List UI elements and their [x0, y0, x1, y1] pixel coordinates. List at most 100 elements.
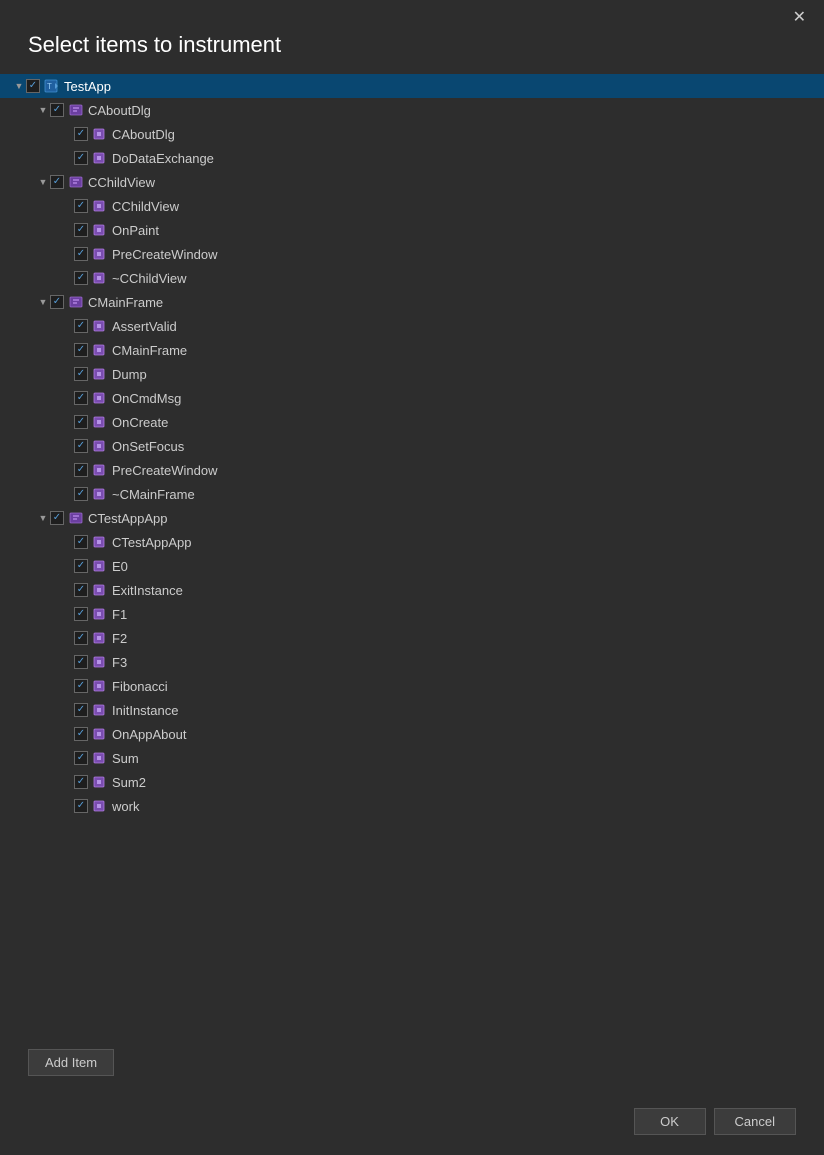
cb-av[interactable] [74, 319, 88, 333]
tree-class-caboutdlg[interactable]: CAboutDlg [0, 98, 824, 122]
cb-ii[interactable] [74, 703, 88, 717]
oncmdmsg-label: OnCmdMsg [112, 391, 181, 406]
cb-sum[interactable] [74, 751, 88, 765]
tree-method-f2[interactable]: F2 [0, 626, 824, 650]
tree-method-caboutdlg-constructor[interactable]: CAboutDlg [0, 122, 824, 146]
tree-method-onsetfocus[interactable]: OnSetFocus [0, 434, 824, 458]
cb-ctaa-c[interactable] [74, 535, 88, 549]
cb-ei[interactable] [74, 583, 88, 597]
cb-f1[interactable] [74, 607, 88, 621]
class-icon-caboutdlg [68, 102, 84, 118]
cb-dump[interactable] [74, 367, 88, 381]
cb-fib[interactable] [74, 679, 88, 693]
method-icon [92, 126, 108, 142]
initinstance-label: InitInstance [112, 703, 179, 718]
cb-ocm[interactable] [74, 391, 88, 405]
cb-sum2[interactable] [74, 775, 88, 789]
cb-osf[interactable] [74, 439, 88, 453]
cb-pcw-mf[interactable] [74, 463, 88, 477]
oncreate-label: OnCreate [112, 415, 168, 430]
ok-button[interactable]: OK [634, 1108, 706, 1135]
dialog: ✕ Select items to instrument T TestApp [0, 0, 824, 1155]
tree-method-work[interactable]: work [0, 794, 824, 818]
add-item-button[interactable]: Add Item [28, 1049, 114, 1076]
ea-cmainframe[interactable] [36, 295, 50, 309]
f3-label: F3 [112, 655, 127, 670]
tree-method-precreatewindow-cv[interactable]: PreCreateWindow [0, 242, 824, 266]
tree-method-destructor-cv[interactable]: ~CChildView [0, 266, 824, 290]
cmainframe-c-label: CMainFrame [112, 343, 187, 358]
onappabout-label: OnAppAbout [112, 727, 186, 742]
tree-method-onpaint[interactable]: OnPaint [0, 218, 824, 242]
tree-method-cmainframe-constructor[interactable]: CMainFrame [0, 338, 824, 362]
svg-text:T: T [47, 82, 52, 91]
tree-method-precreatewindow-mf[interactable]: PreCreateWindow [0, 458, 824, 482]
mi-e0 [92, 558, 108, 574]
tree-class-cmainframe[interactable]: CMainFrame [0, 290, 824, 314]
cb-f2[interactable] [74, 631, 88, 645]
tree-method-assertvalid[interactable]: AssertValid [0, 314, 824, 338]
mi-pcw-cv [92, 246, 108, 262]
f1-label: F1 [112, 607, 127, 622]
onsetfocus-label: OnSetFocus [112, 439, 184, 454]
tree-method-sum2[interactable]: Sum2 [0, 770, 824, 794]
cb-f3[interactable] [74, 655, 88, 669]
tree-method-fibonacci[interactable]: Fibonacci [0, 674, 824, 698]
checkbox-caboutdlg-method1[interactable] [74, 127, 88, 141]
checkbox-testapp[interactable] [26, 79, 40, 93]
cb-oaa[interactable] [74, 727, 88, 741]
expand-arrow-caboutdlg[interactable] [36, 103, 50, 117]
exitinstance-label: ExitInstance [112, 583, 183, 598]
tree-method-oncmdmsg[interactable]: OnCmdMsg [0, 386, 824, 410]
ea-ctaa[interactable] [36, 511, 50, 525]
tree-class-ctestappapp[interactable]: CTestAppApp [0, 506, 824, 530]
tree-class-cchildview[interactable]: CChildView [0, 170, 824, 194]
mi-oc [92, 414, 108, 430]
tree-method-e0[interactable]: E0 [0, 554, 824, 578]
tree-method-onappabout[interactable]: OnAppAbout [0, 722, 824, 746]
tree-method-dodataexchange[interactable]: DoDataExchange [0, 146, 824, 170]
tree-method-cchildview-constructor[interactable]: CChildView [0, 194, 824, 218]
tree-method-dump[interactable]: Dump [0, 362, 824, 386]
close-button[interactable]: ✕ [787, 8, 812, 28]
cb-cmf-c[interactable] [74, 343, 88, 357]
cb-cchildview-1[interactable] [74, 199, 88, 213]
tree-method-exitinstance[interactable]: ExitInstance [0, 578, 824, 602]
tree-method-oncreate[interactable]: OnCreate [0, 410, 824, 434]
tree-method-initinstance[interactable]: InitInstance [0, 698, 824, 722]
mi-dump [92, 366, 108, 382]
work-label: work [112, 799, 139, 814]
tree-method-destructor-mf[interactable]: ~CMainFrame [0, 482, 824, 506]
cb-e0[interactable] [74, 559, 88, 573]
checkbox-dodataexchange[interactable] [74, 151, 88, 165]
title-bar: ✕ [0, 0, 824, 28]
checkbox-cchildview[interactable] [50, 175, 64, 189]
cb-dtor-mf[interactable] [74, 487, 88, 501]
cb-dtor-cv[interactable] [74, 271, 88, 285]
dtor-cv-label: ~CChildView [112, 271, 187, 286]
tree-method-f3[interactable]: F3 [0, 650, 824, 674]
caboutdlg-label: CAboutDlg [88, 103, 151, 118]
mi-ei [92, 582, 108, 598]
tree-method-ctestappapp-c[interactable]: CTestAppApp [0, 530, 824, 554]
tree-method-sum[interactable]: Sum [0, 746, 824, 770]
mi-cmf-c [92, 342, 108, 358]
method-icon2 [92, 150, 108, 166]
expand-arrow-cchildview[interactable] [36, 175, 50, 189]
ci-ctaa [68, 510, 84, 526]
cb-oc[interactable] [74, 415, 88, 429]
fibonacci-label: Fibonacci [112, 679, 168, 694]
ctestappapp-label: CTestAppApp [88, 511, 168, 526]
cb-cmainframe[interactable] [50, 295, 64, 309]
tree-container[interactable]: T TestApp CAboutDlg [0, 74, 824, 1037]
cb-onpaint[interactable] [74, 223, 88, 237]
checkbox-caboutdlg[interactable] [50, 103, 64, 117]
cb-ctaa[interactable] [50, 511, 64, 525]
cb-pcw-cv[interactable] [74, 247, 88, 261]
expand-arrow-root[interactable] [12, 79, 26, 93]
cb-work[interactable] [74, 799, 88, 813]
tree-method-f1[interactable]: F1 [0, 602, 824, 626]
mi-sum [92, 750, 108, 766]
cancel-button[interactable]: Cancel [714, 1108, 796, 1135]
tree-root[interactable]: T TestApp [0, 74, 824, 98]
